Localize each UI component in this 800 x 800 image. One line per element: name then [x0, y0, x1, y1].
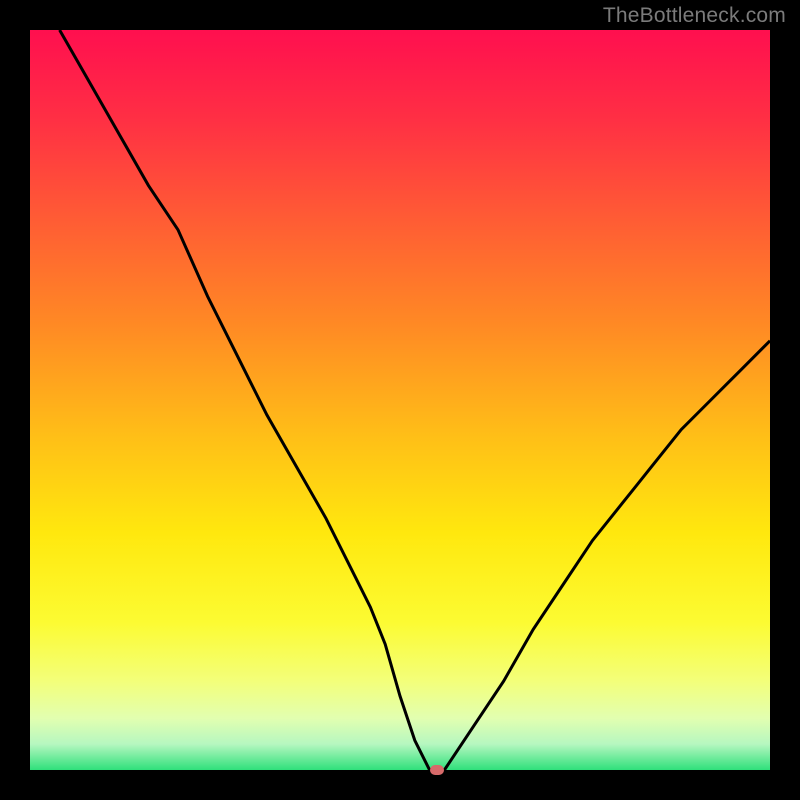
chart-frame: TheBottleneck.com — [0, 0, 800, 800]
bottleneck-plot — [30, 30, 770, 770]
gradient-background — [30, 30, 770, 770]
plot-area — [30, 30, 770, 770]
watermark-text: TheBottleneck.com — [603, 4, 786, 28]
